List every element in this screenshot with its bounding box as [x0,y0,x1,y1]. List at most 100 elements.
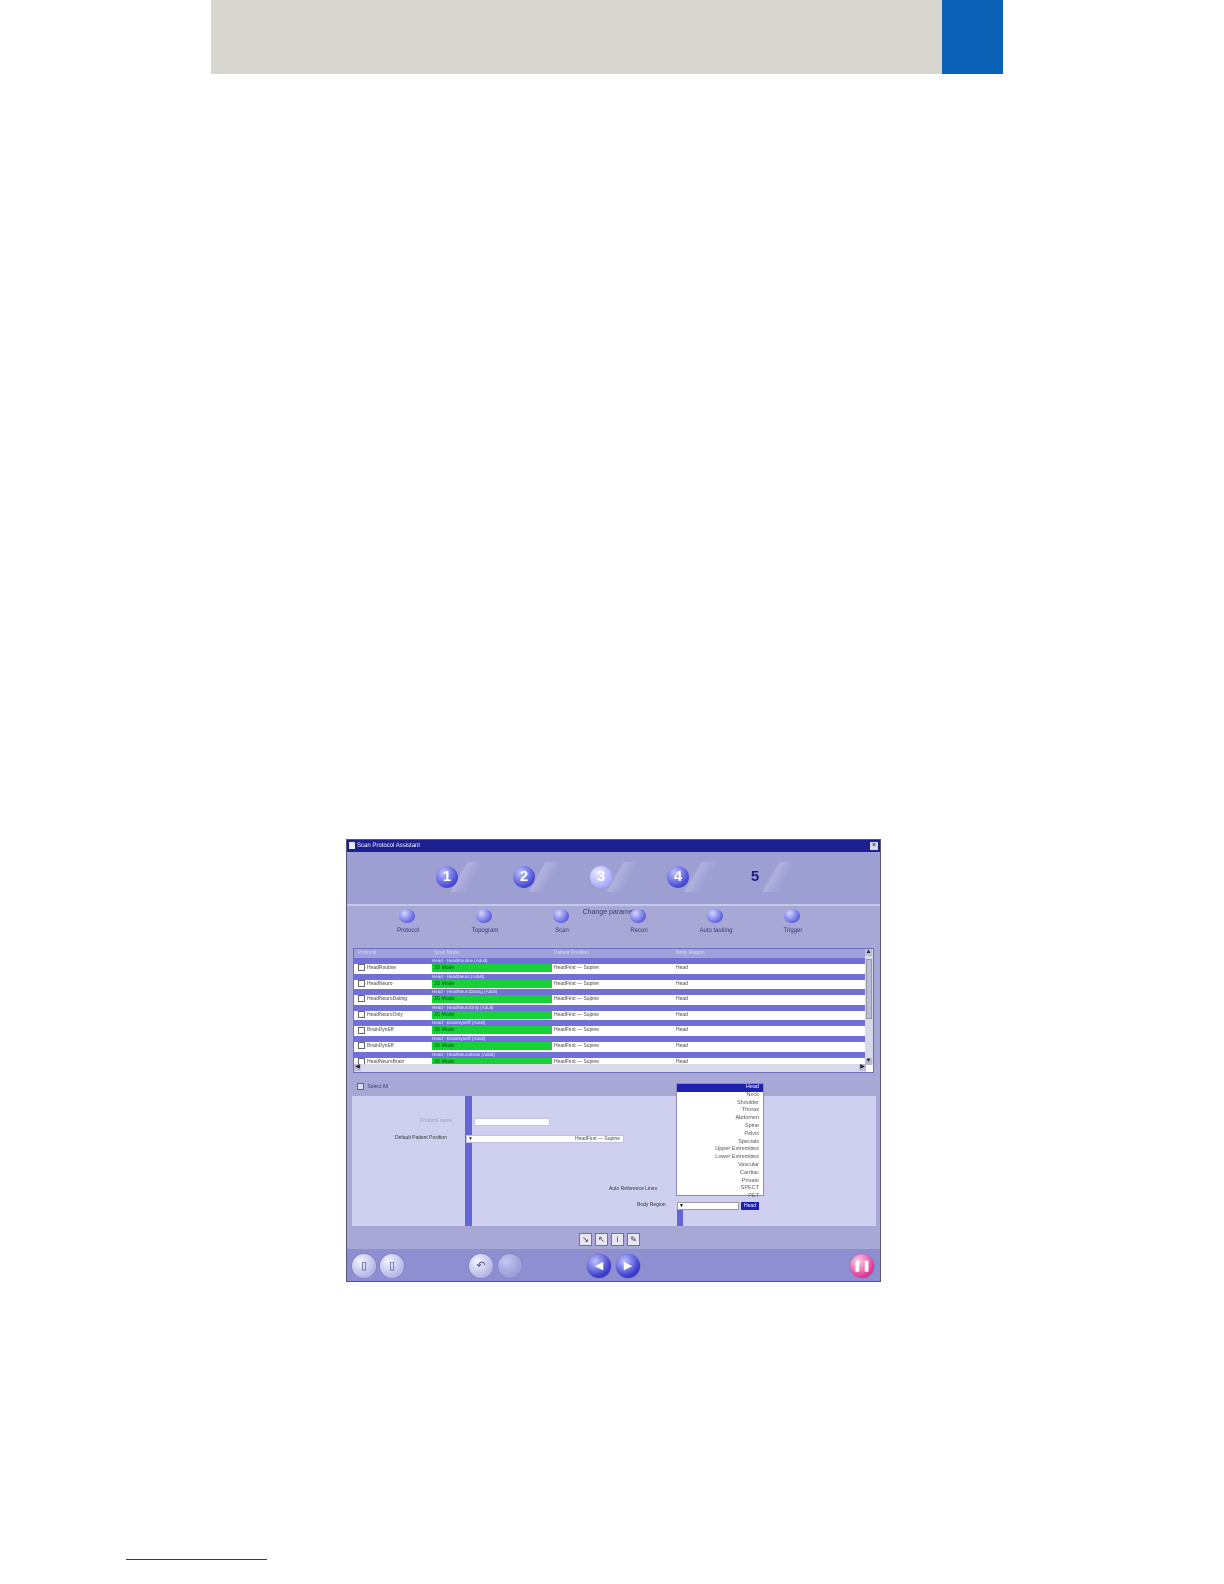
tab-topogram[interactable]: Topogram [450,906,520,940]
body-region-option[interactable]: Spine [677,1123,763,1131]
table-row[interactable]: Head - HeadNeuroOnly (Adult) HeadNeuroOnl… [354,1004,866,1021]
body-region-option[interactable]: SPECT [677,1185,763,1193]
body-region-dropdown-button[interactable]: Head [741,1202,759,1210]
tab-trigger[interactable]: Trigger [758,906,828,940]
previous-icon[interactable]: ◀ [586,1253,612,1279]
step-decoration [761,862,801,892]
row-checkbox[interactable] [358,1026,365,1034]
body-region-option[interactable]: Cardiac [677,1170,763,1178]
row-body[interactable]: BrainDynEff 3D Mode HeadFirst — Supine Head [354,1041,866,1050]
tab-recon[interactable]: Recon [604,906,674,940]
body-region-option[interactable]: Specials [677,1139,763,1147]
column-header[interactable]: Body Region [676,949,705,958]
undo-icon[interactable]: ↶ [468,1253,494,1279]
row-name-cell: HeadNeuro [358,979,432,988]
edit-icon[interactable]: ✎ [627,1233,640,1246]
column-header[interactable]: Protocol [358,949,376,958]
row-body[interactable]: BrainDynEff 3D Mode HeadFirst — Supine Head [354,1026,866,1035]
row-checkbox[interactable] [358,1042,365,1050]
tab-label: Topogram [471,928,499,934]
row-name-cell: HeadNeuroOnly [358,1010,432,1019]
scan-icon [553,909,569,923]
step-1-button[interactable]: 1 [436,866,458,888]
step-4-button[interactable]: 4 [667,866,689,888]
row-position: HeadFirst — Supine [554,1027,600,1034]
vertical-scrollbar[interactable]: ▲ ▼ [865,949,873,1065]
row-name-cell: HeadNeuroDating [358,995,432,1003]
chevron-down-icon[interactable]: ▼ [679,1203,684,1209]
scroll-right-icon[interactable]: ▶ [859,1064,866,1071]
table-row[interactable]: Head - HeadRoutine (Adult) HeadRoutine 3D … [354,958,866,974]
redo-icon[interactable] [497,1253,523,1279]
app-icon [349,842,355,849]
row-checkbox[interactable] [358,979,365,987]
table-row[interactable]: Head - HeadNeuro (Adult) HeadNeuro 3D Mode… [354,973,866,990]
scroll-down-icon[interactable]: ▼ [865,1058,872,1065]
body-region-option[interactable]: Thorax [677,1107,763,1115]
table-row[interactable]: Head - HeadNeuroDating (Adult) HeadNeuroD… [354,989,866,1005]
row-name: HeadNeuroOnly [367,1011,403,1018]
wizard-steps: 1 2 3 4 5 Change parameters [347,852,880,916]
export-icon[interactable]: ↘ [579,1233,592,1246]
protocol-table: Protocol Scan Mode Patient Position Body… [353,948,874,1073]
table-rows: Head - HeadRoutine (Adult) HeadRoutine 3D … [354,958,866,1066]
import-icon[interactable]: ↖ [595,1233,608,1246]
body-region-option[interactable]: Neck [677,1092,763,1100]
tab-auto-tasking[interactable]: Auto tasking [681,906,751,940]
page-header-band [211,0,942,74]
body-region-option[interactable]: Pelvis [677,1131,763,1139]
step-3-button[interactable]: 3 [590,866,612,888]
row-body[interactable]: HeadRoutine 3D Mode HeadFirst — Supine Head [354,964,866,972]
table-header: Protocol Scan Mode Patient Position Body… [354,949,866,958]
parameter-tabs: Protocol Topogram Scan Recon Auto taskin… [347,906,880,942]
body-region-field[interactable]: ▼ [677,1202,739,1210]
row-body[interactable]: HeadNeuroOnly 3D Mode HeadFirst — Supine He… [354,1010,866,1019]
row-name-cell: BrainDynEff [358,1026,432,1034]
body-region-option[interactable]: Head [677,1084,763,1092]
body-region-option[interactable]: Lower Extremities [677,1154,763,1162]
document-icon[interactable]: ▯ [351,1253,377,1279]
pause-icon[interactable]: ❚❚ [849,1253,875,1279]
select-all[interactable]: Select All [357,1083,388,1090]
clipboard-icon[interactable]: ▯ [379,1253,405,1279]
row-mode: 3D Mode [432,995,552,1004]
column-header[interactable]: Patient Position [554,949,589,958]
table-row[interactable]: Head - BrainDynEff (Adult) BrainDynEff 3D … [354,1035,866,1052]
scroll-left-icon[interactable]: ◀ [354,1064,361,1071]
body-region-option[interactable]: Upper Extremities [677,1146,763,1154]
row-checkbox[interactable] [358,964,365,972]
row-body[interactable]: HeadNeuroDating 3D Mode HeadFirst — Supine… [354,995,866,1004]
body-region-option[interactable]: PET [677,1193,763,1201]
row-checkbox[interactable] [358,1010,365,1018]
row-position: HeadFirst — Supine [554,1042,600,1049]
horizontal-scrollbar[interactable]: ◀ ▶ [354,1064,866,1072]
body-region-option[interactable]: Shoulder [677,1100,763,1108]
select-all-checkbox[interactable] [357,1083,364,1090]
scroll-up-icon[interactable]: ▲ [865,949,872,956]
body-region-option[interactable]: Private [677,1178,763,1186]
scroll-thumb[interactable] [866,959,872,1019]
body-region-option[interactable]: Abdomen [677,1115,763,1123]
body-region-list[interactable]: Head Neck Shoulder Thorax Abdomen Spine Pelvis… [676,1083,764,1199]
tab-protocol[interactable]: Protocol [373,906,443,940]
info-icon[interactable]: i [611,1233,624,1246]
row-checkbox[interactable] [358,995,365,1003]
row-name: HeadRoutine [367,965,397,971]
table-row[interactable]: Head - BrainDynEff (Adult) BrainDynEff 3D … [354,1020,866,1036]
tab-scan[interactable]: Scan [527,906,597,940]
body-region-option[interactable]: Vascular [677,1162,763,1170]
step-5-button[interactable]: 5 [744,866,766,888]
select-all-label: Select All [367,1083,388,1090]
row-region: Head [676,1027,688,1034]
close-icon[interactable]: × [870,842,878,850]
row-name: HeadNeuro [367,980,393,987]
default-position-select[interactable]: ▼ HeadFirst — Supine [466,1135,624,1143]
chevron-down-icon[interactable]: ▼ [468,1136,473,1143]
step-2-button[interactable]: 2 [513,866,535,888]
row-body[interactable]: HeadNeuro 3D Mode HeadFirst — Supine Head [354,979,866,988]
row-region: Head [676,1042,688,1049]
next-icon[interactable]: ▶ [615,1253,641,1279]
column-header[interactable]: Scan Mode [434,949,459,958]
protocol-name-field[interactable] [474,1118,550,1126]
tab-label: Recon [630,928,648,934]
